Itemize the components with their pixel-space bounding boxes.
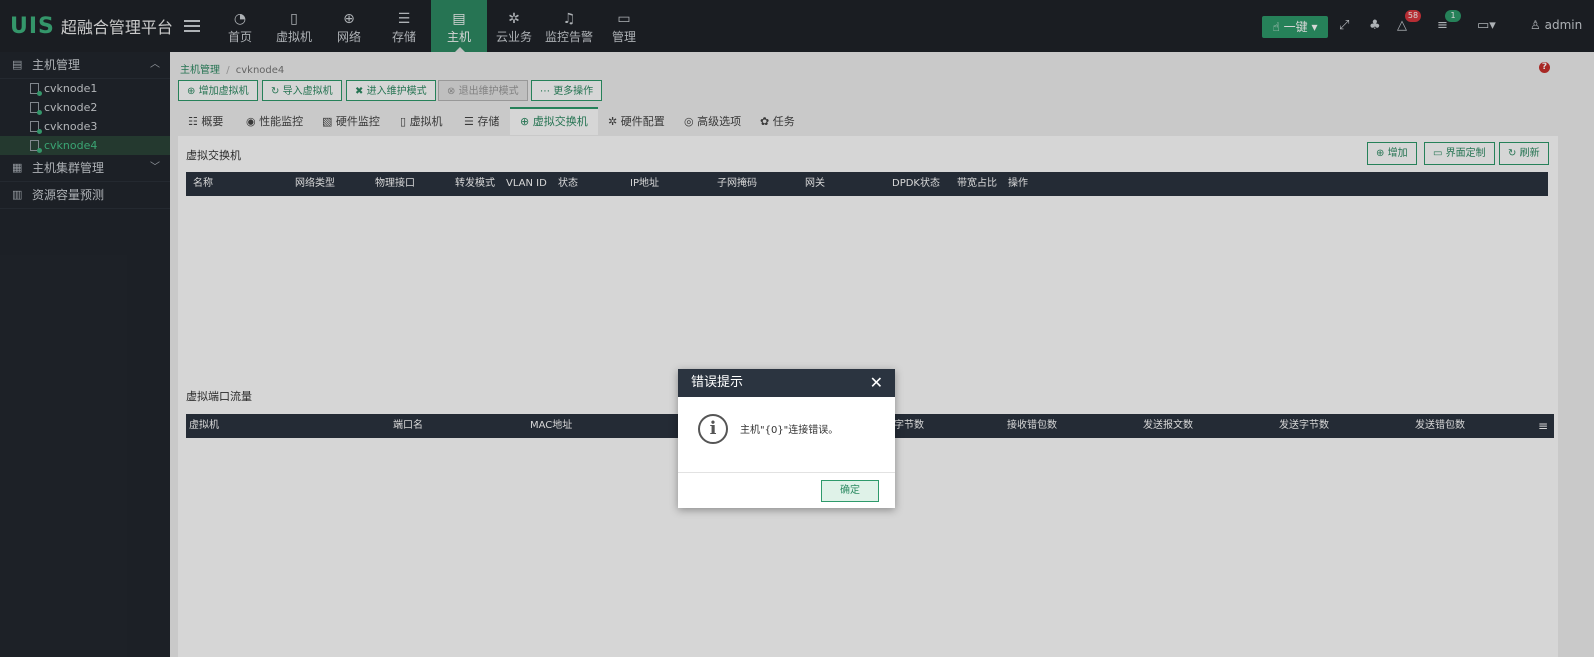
dialog-title: 错误提示 [691, 375, 744, 390]
dialog-body: i 主机"{0}"连接错误。 [678, 397, 895, 473]
ok-button[interactable]: 确定 [821, 480, 879, 502]
error-dialog: 错误提示 ✕ i 主机"{0}"连接错误。 确定 [678, 369, 895, 508]
modal-overlay [0, 0, 1594, 657]
dialog-message: 主机"{0}"连接错误。 [740, 425, 839, 436]
info-icon: i [698, 414, 728, 444]
close-icon[interactable]: ✕ [870, 369, 883, 397]
dialog-header: 错误提示 ✕ [678, 369, 895, 397]
